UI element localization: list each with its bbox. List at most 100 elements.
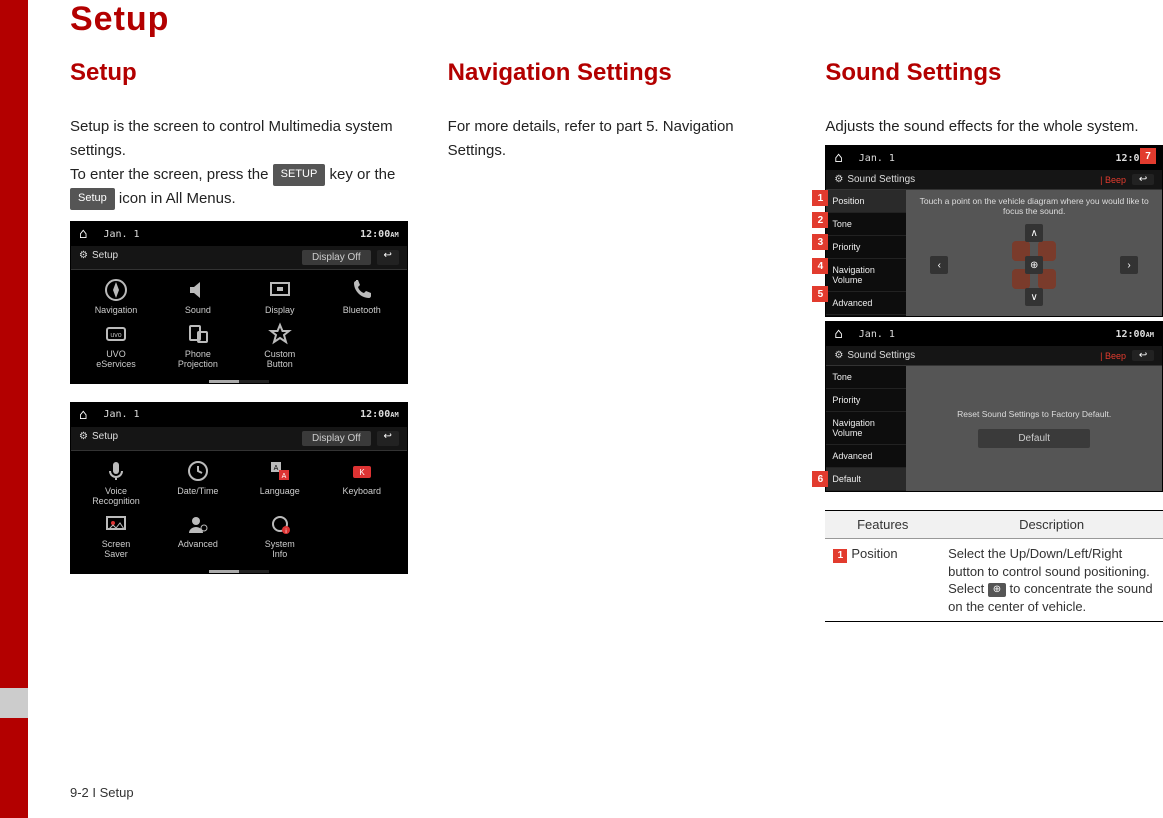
position-center-button[interactable]: ⊕ — [1025, 256, 1043, 274]
table-header-features: Features — [825, 511, 940, 539]
setup-heading: Setup — [70, 59, 408, 87]
callout-5: 5 — [812, 286, 828, 302]
callout-4: 4 — [812, 258, 828, 274]
setup-tile-lang[interactable]: AALanguage — [239, 459, 321, 507]
position-hint: Touch a point on the vehicle diagram whe… — [910, 196, 1158, 220]
callout-3: 3 — [812, 234, 828, 250]
position-left-button[interactable]: ‹ — [930, 256, 948, 274]
table-header-description: Description — [940, 511, 1163, 539]
gear-icon — [79, 250, 92, 261]
empty-tile — [321, 512, 403, 560]
back-icon[interactable] — [1132, 174, 1154, 185]
sound-menu-item[interactable]: Position — [826, 190, 906, 213]
sound-menu-item[interactable]: Advanced — [826, 292, 906, 315]
side-accent-bar — [0, 0, 28, 818]
callout-2: 2 — [812, 212, 828, 228]
sound-settings-paragraph: Adjusts the sound effects for the whole … — [825, 115, 1163, 139]
display-off-button[interactable]: Display Off — [302, 250, 371, 265]
page-indicator — [209, 380, 269, 383]
status-time: 12:00AM — [360, 409, 399, 420]
text-fragment: To enter the screen, press the — [70, 166, 273, 183]
setup-tile-mic[interactable]: VoiceRecognition — [75, 459, 157, 507]
page-indicator — [209, 570, 269, 573]
position-down-button[interactable]: ∨ — [1025, 288, 1043, 306]
svg-text:A: A — [273, 465, 278, 472]
description-cell: Select the Up/Down/Left/Right button to … — [940, 539, 1163, 622]
svg-text:uvo: uvo — [110, 332, 121, 339]
setup-tile-keyboard[interactable]: KKeyboard — [321, 459, 403, 507]
gear-icon — [834, 350, 847, 361]
status-date: Jan. 1 — [103, 409, 139, 420]
beep-indicator[interactable]: | Beep — [1100, 175, 1126, 185]
home-icon[interactable] — [79, 226, 87, 242]
callout-1: 1 — [812, 190, 828, 206]
svg-text:A: A — [281, 473, 286, 480]
status-date: Jan. 1 — [103, 229, 139, 240]
status-date: Jan. 1 — [859, 153, 895, 164]
setup-screen-1: Jan. 1 12:00AM Setup Display Off Navigat… — [70, 221, 408, 384]
sound-menu-item[interactable]: Advanced — [826, 445, 906, 468]
home-icon[interactable] — [834, 326, 842, 342]
setup-paragraph-1: Setup is the screen to control Multimedi… — [70, 115, 408, 163]
sound-settings-screen-1: Jan. 1 12:00AM Sound Settings | Beep Pos… — [825, 145, 1163, 317]
home-icon[interactable] — [79, 407, 87, 423]
status-time: 12:00AM — [360, 229, 399, 240]
setup-tile-screensaver[interactable]: ScreenSaver — [75, 512, 157, 560]
feature-cell: 1Position — [825, 539, 940, 622]
sound-menu-item[interactable]: Navigation Volume — [826, 412, 906, 445]
setup-softkey: Setup — [70, 188, 115, 210]
gear-icon — [834, 174, 847, 185]
text-fragment: key or the — [329, 166, 395, 183]
setup-breadcrumb: Setup — [79, 431, 118, 446]
navigation-settings-heading: Navigation Settings — [448, 59, 786, 87]
back-icon[interactable] — [377, 250, 399, 265]
callout-6: 6 — [812, 471, 828, 487]
setup-tile-gear-info[interactable]: iSystemInfo — [239, 512, 321, 560]
callout-1-inline: 1 — [833, 549, 847, 563]
sound-settings-breadcrumb: Sound Settings — [834, 174, 915, 185]
setup-tile-compass[interactable]: Navigation — [75, 278, 157, 316]
position-right-button[interactable]: › — [1120, 256, 1138, 274]
sound-menu-item[interactable]: Priority — [826, 389, 906, 412]
setup-tile-speaker[interactable]: Sound — [157, 278, 239, 316]
setup-paragraph-2: To enter the screen, press the SETUP key… — [70, 163, 408, 211]
sound-menu-item[interactable]: Navigation Volume — [826, 259, 906, 292]
default-button[interactable]: Default — [978, 429, 1090, 448]
svg-text:K: K — [359, 468, 365, 477]
setup-screen-2: Jan. 1 12:00AM Setup Display Off VoiceRe… — [70, 402, 408, 575]
navigation-settings-paragraph: For more details, refer to part 5. Navig… — [448, 115, 786, 163]
setup-tile-star[interactable]: CustomButton — [239, 322, 321, 370]
back-icon[interactable] — [1132, 350, 1154, 361]
setup-tile-display[interactable]: Display — [239, 278, 321, 316]
sound-menu-item[interactable]: Tone — [826, 213, 906, 236]
setup-tile-uvo[interactable]: uvoUVOeServices — [75, 322, 157, 370]
sound-settings-breadcrumb: Sound Settings — [834, 350, 915, 361]
beep-indicator[interactable]: | Beep — [1100, 351, 1126, 361]
text-fragment: icon in All Menus. — [119, 190, 236, 207]
display-off-button[interactable]: Display Off — [302, 431, 371, 446]
status-time: 12:00AM — [1115, 329, 1154, 340]
page-footer: 9-2 I Setup — [70, 785, 134, 800]
svg-text:i: i — [285, 529, 286, 535]
sound-menu-item[interactable]: Tone — [826, 366, 906, 389]
home-icon[interactable] — [834, 150, 842, 166]
table-row: 1Position Select the Up/Down/Left/Right … — [825, 539, 1163, 622]
sound-settings-screen-2: Jan. 1 12:00AM Sound Settings | Beep Ton… — [825, 321, 1163, 492]
position-up-button[interactable]: ∧ — [1025, 224, 1043, 242]
reset-hint: Reset Sound Settings to Factory Default. — [910, 409, 1158, 419]
sound-menu-item[interactable]: Default — [826, 468, 906, 491]
back-icon[interactable] — [377, 431, 399, 446]
page-title: Setup — [70, 0, 1163, 39]
setup-tile-phone[interactable]: Bluetooth — [321, 278, 403, 316]
setup-breadcrumb: Setup — [79, 250, 118, 265]
setup-tile-user-gear[interactable]: Advanced — [157, 512, 239, 560]
setup-tile-phone-proj[interactable]: PhoneProjection — [157, 322, 239, 370]
features-table: Features Description 1Position Select th… — [825, 510, 1163, 622]
setup-tile-clock[interactable]: Date/Time — [157, 459, 239, 507]
sound-settings-heading: Sound Settings — [825, 59, 1163, 87]
sound-menu-item[interactable]: Priority — [826, 236, 906, 259]
center-target-icon: ⊕ — [988, 583, 1006, 597]
gear-icon — [79, 431, 92, 442]
status-date: Jan. 1 — [859, 329, 895, 340]
empty-tile — [321, 322, 403, 370]
